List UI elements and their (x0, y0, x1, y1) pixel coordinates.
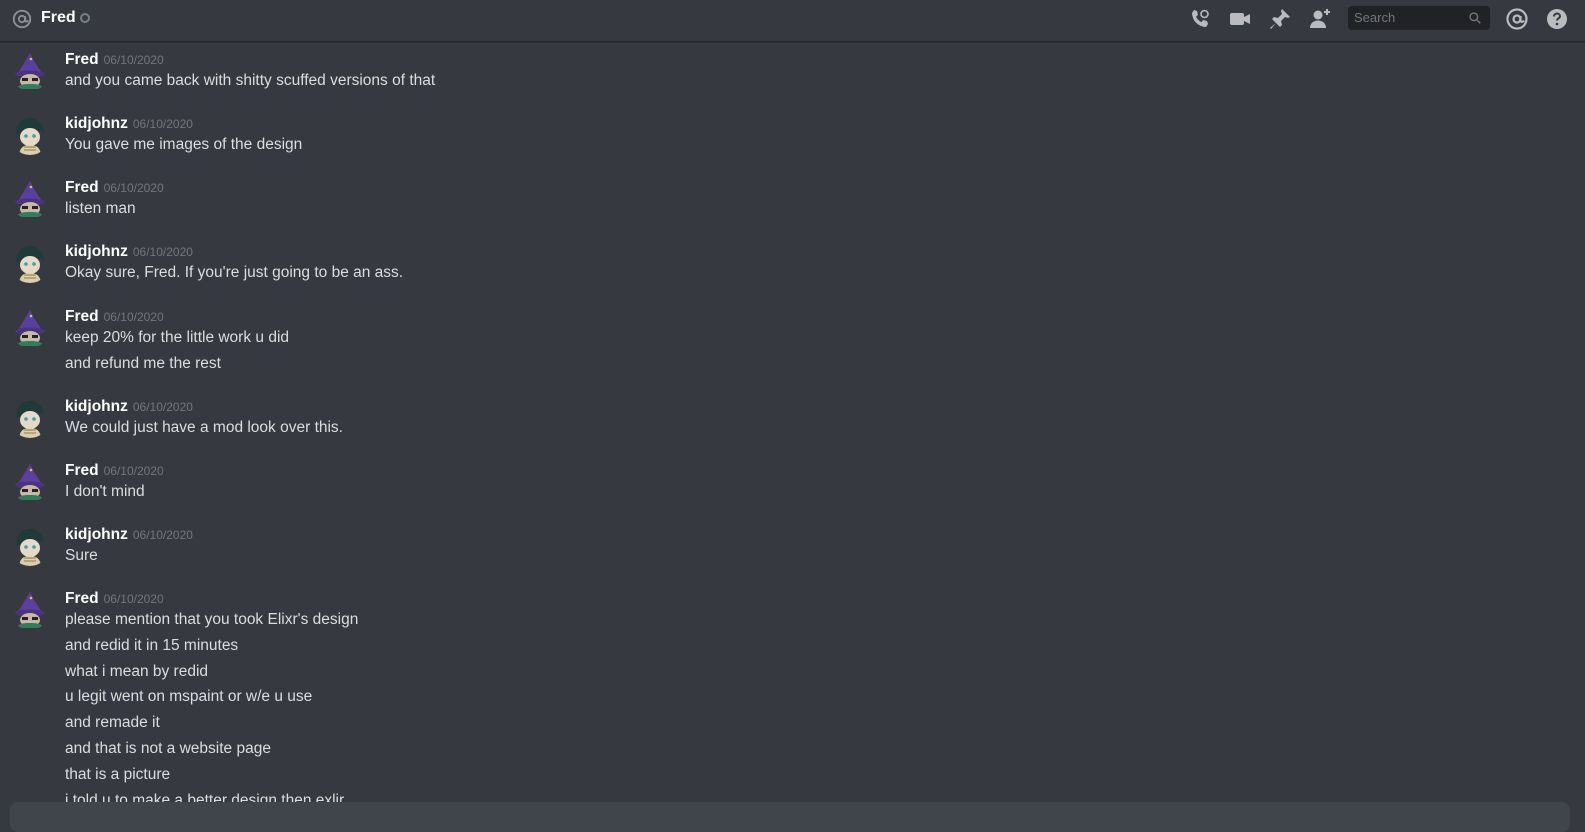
message-text: and that is not a website page (65, 740, 271, 757)
message-header: Fred 06/10/2020 (65, 590, 164, 608)
call-icon[interactable] (1188, 7, 1212, 31)
author-name[interactable]: Fred (65, 590, 99, 607)
message-text: Okay sure, Fred. If you're just going to… (65, 264, 404, 281)
author-name[interactable]: Fred (65, 179, 99, 196)
message-group: Fred 06/10/2020 please mention that you to… (0, 586, 1585, 803)
message-timestamp: 06/10/2020 (132, 528, 193, 542)
message-text: Sure (65, 547, 98, 564)
author-name[interactable]: Fred (65, 51, 99, 68)
message-header: Fred 06/10/2020 (65, 308, 164, 326)
message-text: I don't mind (65, 483, 145, 500)
avatar[interactable] (10, 179, 50, 219)
avatar[interactable] (10, 526, 50, 566)
message-text: and you came back with shitty scuffed ve… (65, 72, 436, 89)
avatar[interactable] (10, 462, 50, 502)
at-icon (12, 9, 32, 29)
message-text: listen man (65, 200, 136, 217)
message-timestamp: 06/10/2020 (103, 464, 164, 478)
message-group: Fred 06/10/2020 keep 20% for the little wo… (0, 304, 1585, 388)
channel-header: Fred (0, 0, 1585, 42)
message-timestamp: 06/10/2020 (132, 245, 193, 259)
avatar[interactable] (10, 243, 50, 283)
message-timestamp: 06/10/2020 (132, 400, 193, 414)
message-group: kidjohnz 06/10/2020 You gave me images of … (0, 111, 1585, 169)
message-header: Fred 06/10/2020 (65, 462, 164, 480)
help-icon[interactable] (1545, 7, 1569, 31)
message-timestamp: 06/10/2020 (132, 117, 193, 131)
search-input[interactable] (1354, 10, 1464, 25)
message-header: kidjohnz 06/10/2020 (65, 526, 193, 544)
avatar[interactable] (10, 115, 50, 155)
message-group: kidjohnz 06/10/2020 Sure (0, 522, 1585, 580)
author-name[interactable]: Fred (65, 308, 99, 325)
message-text: please mention that you took Elixr's des… (65, 611, 359, 628)
message-text: that is a picture (65, 765, 171, 783)
message-text: and redid it in 15 minutes (65, 636, 239, 654)
avatar[interactable] (10, 398, 50, 438)
message-group: Fred 06/10/2020 listen man (0, 175, 1585, 233)
author-name[interactable]: Fred (65, 462, 99, 479)
message-header: kidjohnz 06/10/2020 (65, 243, 193, 261)
mentions-icon[interactable] (1505, 7, 1529, 31)
author-name[interactable]: kidjohnz (65, 243, 128, 260)
channel-title: Fred (41, 9, 76, 26)
author-name[interactable]: kidjohnz (65, 115, 128, 132)
message-text: You gave me images of the design (65, 136, 303, 153)
search-icon (1469, 12, 1481, 24)
message-header: kidjohnz 06/10/2020 (65, 398, 193, 416)
avatar[interactable] (10, 308, 50, 348)
avatar[interactable] (10, 51, 50, 91)
message-group: kidjohnz 06/10/2020 We could just have a m… (0, 394, 1585, 452)
message-list[interactable]: Fred 06/10/2020 and you came back with shi… (0, 43, 1585, 803)
message-composer[interactable] (10, 802, 1570, 832)
message-header: kidjohnz 06/10/2020 (65, 115, 193, 133)
message-group: Fred 06/10/2020 and you came back with shi… (0, 47, 1585, 105)
message-header: Fred 06/10/2020 (65, 179, 164, 197)
author-name[interactable]: kidjohnz (65, 398, 128, 415)
message-group: Fred 06/10/2020 I don't mind (0, 458, 1585, 516)
message-group: kidjohnz 06/10/2020 Okay sure, Fred. If yo… (0, 239, 1585, 297)
message-timestamp: 06/10/2020 (103, 53, 164, 67)
message-text: and refund me the rest (65, 354, 221, 372)
video-icon[interactable] (1228, 7, 1252, 31)
avatar[interactable] (10, 590, 50, 630)
pin-icon[interactable] (1268, 7, 1292, 31)
status-dot (80, 13, 90, 23)
message-text: keep 20% for the little work u did (65, 329, 290, 346)
message-text: and remade it (65, 714, 160, 732)
author-name[interactable]: kidjohnz (65, 526, 128, 543)
search-box[interactable] (1348, 6, 1490, 30)
message-text: what i mean by redid (65, 662, 209, 680)
message-timestamp: 06/10/2020 (103, 592, 164, 606)
message-text: u legit went on mspaint or w/e u use (65, 688, 313, 706)
message-timestamp: 06/10/2020 (103, 310, 164, 324)
message-timestamp: 06/10/2020 (103, 181, 164, 195)
message-header: Fred 06/10/2020 (65, 51, 164, 69)
message-text: We could just have a mod look over this. (65, 419, 343, 436)
add-friend-icon[interactable] (1308, 7, 1332, 31)
